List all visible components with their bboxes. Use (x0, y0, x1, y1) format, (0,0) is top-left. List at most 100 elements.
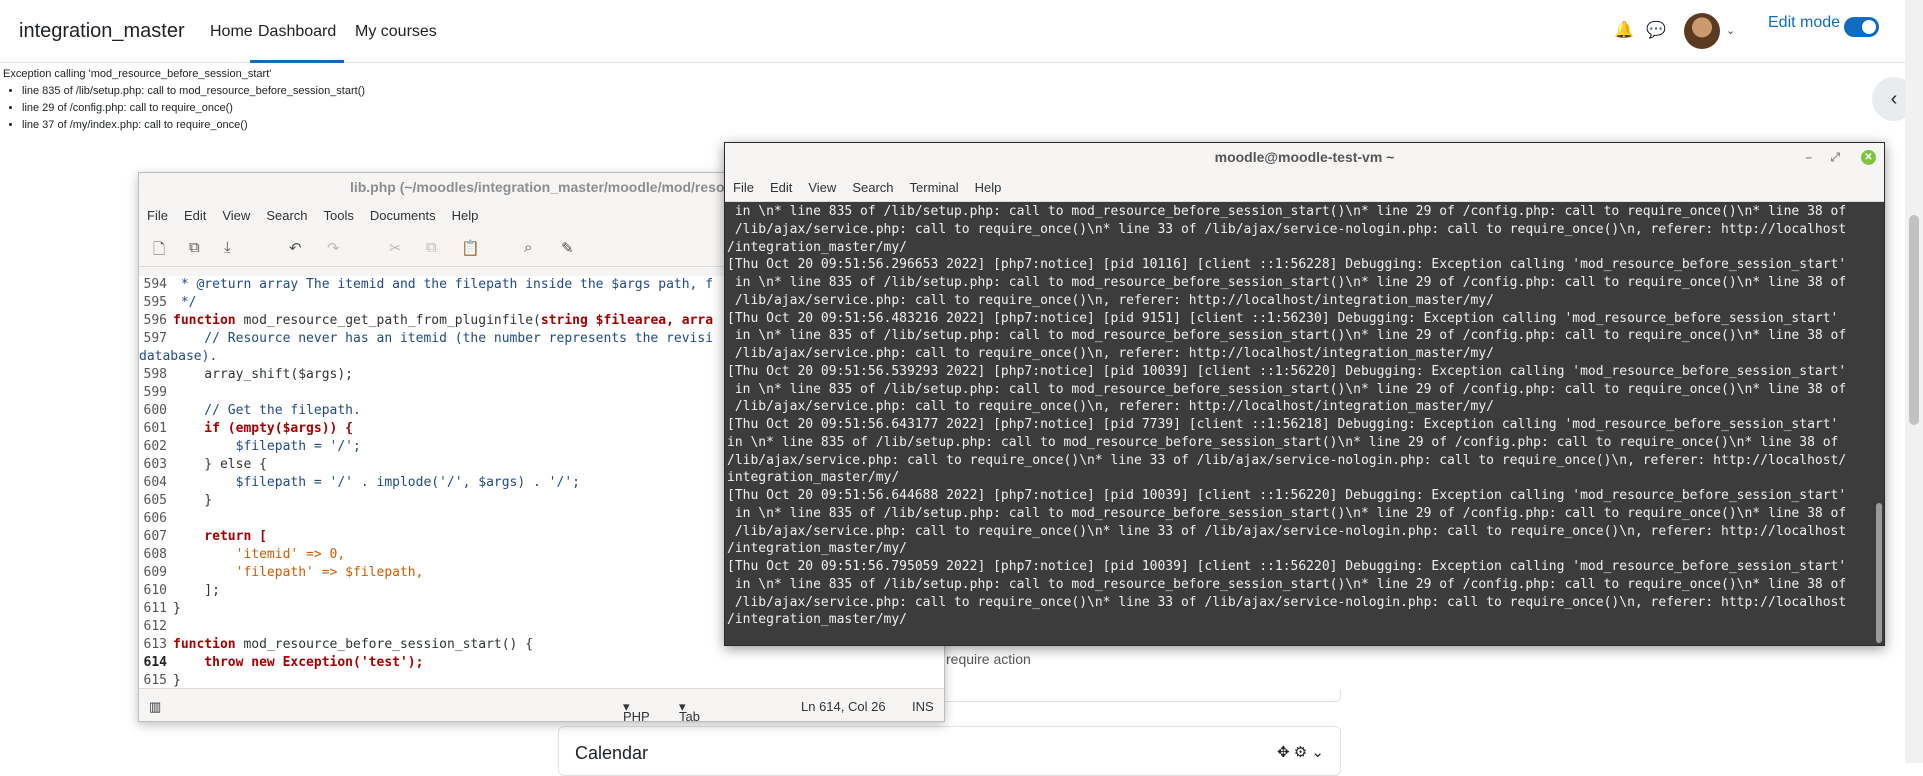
code-line: } (173, 601, 181, 616)
code-line: * @return array The itemid and the filep… (173, 277, 714, 292)
code-line: ]; (173, 583, 220, 598)
replace-icon[interactable]: ✎ (561, 239, 574, 257)
cut-icon[interactable]: ✂ (389, 239, 402, 257)
menu-file[interactable]: File (725, 172, 762, 195)
paste-icon[interactable]: 📋 (461, 239, 480, 257)
menu-view[interactable]: View (800, 172, 844, 195)
bell-icon[interactable]: 🔔 (1614, 20, 1634, 40)
edit-mode-toggle[interactable] (1844, 17, 1879, 37)
copy-icon[interactable]: ⧉ (426, 239, 437, 256)
line-number: 601 (143, 421, 167, 436)
menu-search[interactable]: Search (844, 172, 901, 195)
search-icon[interactable]: ⌕ (524, 239, 532, 256)
code-line: // Get the filepath. (173, 403, 361, 418)
code-line: 'filepath' => $filepath, (173, 565, 424, 580)
code-line: throw new Exception('test'); (173, 655, 424, 670)
move-icon[interactable]: ✥ (1277, 744, 1290, 761)
tab-width-label: Tab Width: 4 (679, 709, 700, 722)
save-icon[interactable]: ⤓ (224, 239, 231, 256)
line-number: 614 (143, 655, 167, 670)
code-line: if (empty($args)) { (173, 421, 354, 436)
menu-documents[interactable]: Documents (362, 201, 444, 223)
menu-terminal[interactable]: Terminal (902, 172, 967, 195)
chevron-down-icon[interactable]: ⌄ (1726, 24, 1735, 37)
menu-help[interactable]: Help (967, 172, 1010, 195)
avatar[interactable] (1684, 13, 1720, 49)
side-panel-icon[interactable]: ▥ (149, 699, 161, 715)
terminal-scrollbar[interactable] (1876, 503, 1882, 643)
line-number: 604 (143, 475, 167, 490)
code-line: mod_resource_before_session_start() { (235, 637, 534, 652)
page-scrollbar-thumb[interactable] (1909, 215, 1919, 425)
menu-view[interactable]: View (214, 201, 258, 223)
require-action-text: require action (946, 651, 1031, 667)
insert-mode: INS (912, 699, 934, 714)
minimize-icon[interactable]: – (1805, 143, 1812, 172)
menu-edit[interactable]: Edit (176, 201, 214, 223)
line-number: 597 (143, 331, 167, 346)
close-icon[interactable]: ✕ (1861, 150, 1876, 165)
code-line: } (173, 673, 181, 688)
menu-edit[interactable]: Edit (762, 172, 800, 195)
line-number: 609 (143, 565, 167, 580)
exception-message: Exception calling 'mod_resource_before_s… (3, 66, 365, 134)
terminal-window[interactable]: moodle@moodle-test-vm ~ – ⤢ ✕ File Edit Vi… (724, 142, 1885, 646)
tab-width-selector[interactable]: Tab Width: 4 ▾ (679, 699, 700, 721)
site-name[interactable]: integration_master (19, 20, 185, 43)
gear-icon[interactable]: ⚙ (1294, 744, 1307, 761)
open-icon[interactable]: ⧉ (189, 239, 200, 256)
menu-help[interactable]: Help (444, 201, 487, 223)
exception-trace-item: line 37 of /my/index.php: call to requir… (22, 117, 365, 134)
menu-search[interactable]: Search (258, 201, 315, 223)
edit-mode-label: Edit mode (1768, 14, 1841, 31)
page-scrollbar[interactable] (1905, 0, 1923, 763)
chevron-down-icon[interactable]: ⌄ (1311, 744, 1324, 761)
code-line: } (173, 493, 213, 508)
line-number: 608 (143, 547, 167, 562)
line-number: 605 (143, 493, 167, 508)
code-line: 'itemid' => 0, (173, 547, 346, 562)
code-line: mod_resource_get_path_from_pluginfile( (235, 313, 541, 328)
nav-dashboard[interactable]: Dashboard (250, 23, 345, 63)
terminal-menubar: File Edit View Search Terminal Help (725, 172, 1884, 202)
language-label: PHP (623, 709, 650, 722)
nav-my-courses[interactable]: My courses (355, 23, 437, 41)
line-number: 606 (143, 511, 167, 526)
terminal-title: moodle@moodle-test-vm ~ (1214, 149, 1395, 165)
gedit-statusbar: ▥ PHP ▾ Tab Width: 4 ▾ Ln 614, Col 26 IN… (139, 688, 944, 721)
line-number: 598 (143, 367, 167, 382)
code-keyword: function (173, 313, 236, 328)
line-number: 602 (143, 439, 167, 454)
language-selector[interactable]: PHP ▾ (623, 699, 650, 721)
line-number: 615 (143, 673, 167, 688)
line-number: 611 (143, 601, 167, 616)
code-line: $filepath = '/'; (173, 439, 361, 454)
code-line: */ (173, 295, 197, 310)
code-line: } else { (173, 457, 267, 472)
line-number: 594 (143, 277, 167, 292)
menu-file[interactable]: File (139, 201, 176, 223)
line-number: 610 (143, 583, 167, 598)
block-actions[interactable]: ✥ ⚙ ⌄ (1277, 743, 1324, 761)
cursor-position: Ln 614, Col 26 (801, 699, 886, 714)
line-number: 603 (143, 457, 167, 472)
maximize-icon[interactable]: ⤢ (1830, 143, 1840, 172)
code-line: string $filearea, arra (540, 313, 714, 328)
line-number: 613 (143, 637, 167, 652)
top-navbar: integration_master Home Dashboard My cou… (0, 0, 1905, 63)
terminal-title-bar: moodle@moodle-test-vm ~ – ⤢ ✕ (725, 143, 1884, 172)
nav-home[interactable]: Home (210, 23, 253, 41)
undo-icon[interactable]: ↶ (289, 239, 302, 257)
terminal-output[interactable]: in \n* line 835 of /lib/setup.php: call … (725, 203, 1875, 643)
code-line: $filepath = '/' . implode('/', $args) . … (173, 475, 580, 490)
line-number: 612 (143, 619, 167, 634)
redo-icon[interactable]: ↷ (327, 239, 340, 257)
menu-tools[interactable]: Tools (316, 201, 362, 223)
line-number: 595 (143, 295, 167, 310)
exception-heading: Exception calling 'mod_resource_before_s… (3, 68, 272, 80)
line-number: 599 (143, 385, 167, 400)
code-line: return [ (173, 529, 267, 544)
new-document-icon[interactable]: 🗋 (153, 239, 165, 264)
chat-icon[interactable]: 💬 (1646, 20, 1666, 40)
calendar-title: Calendar (575, 743, 649, 763)
